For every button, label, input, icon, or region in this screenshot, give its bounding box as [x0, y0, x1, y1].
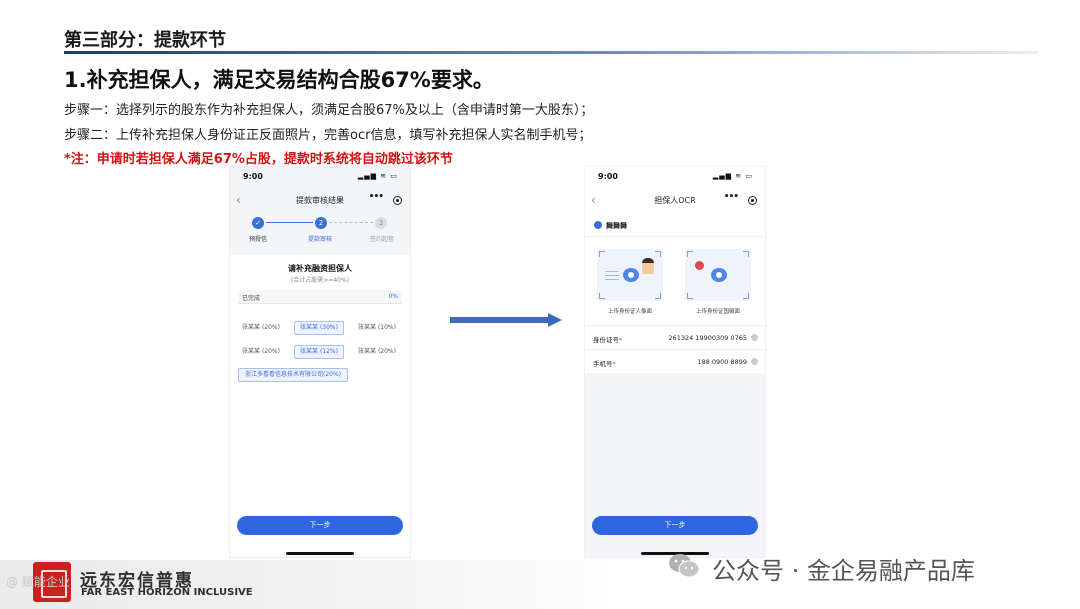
nav-title: 提款审核结果 — [296, 196, 344, 205]
shareholder-chip[interactable]: 张某某 (30%) — [294, 321, 344, 335]
more-icon[interactable]: ••• — [724, 192, 739, 202]
camera-icon — [623, 268, 639, 282]
id-back-upload[interactable] — [685, 249, 751, 301]
camera-icon — [711, 268, 727, 282]
signal-wifi-battery-icon: ▂▄▆ ≋ ▭ — [357, 172, 398, 180]
scan-corner-icon — [599, 251, 605, 257]
status-time: 9:00 — [243, 172, 263, 181]
portrait-icon — [642, 258, 654, 274]
national-emblem-icon — [695, 261, 704, 270]
more-icon[interactable]: ••• — [369, 192, 384, 202]
step-two-text: 步骤二：上传补充担保人身份证正反面照片，完善ocr信息，填写补充担保人实名制手机… — [64, 128, 592, 143]
shareholder-chip[interactable]: 张某某 (10%) — [354, 321, 400, 335]
slide: 第三部分：提款环节 1.补充担保人，满足交易结构合股67%要求。 步骤一：选择列… — [0, 0, 1080, 609]
id-back-label: 上传身份证国徽面 — [695, 309, 740, 315]
card-subtitle: (合计占股需>=40%) — [290, 277, 350, 284]
step-pending-icon: 3 — [375, 217, 387, 229]
status-bar-bg: 9:00 ▂▄▆ ≋ ▭ — [585, 167, 765, 189]
flow-arrow-icon — [450, 313, 562, 327]
signal-wifi-battery-icon: ▂▄▆ ≋ ▭ — [712, 172, 753, 180]
scan-corner-icon — [687, 251, 693, 257]
completion-label: 已完成 — [242, 295, 261, 302]
phone-screen-guarantor-ocr: 9:00 ▂▄▆ ≋ ▭ ‹ 担保人OCR ••• 9:00 ▂▄▆ ≋ ▭ 舞… — [584, 166, 766, 558]
shareholder-chip[interactable]: 张某某 (20%) — [238, 345, 284, 359]
guarantor-card: 请补充融资担保人 (合计占股需>=40%) 已完成 0% 张某某 (20%) 张… — [230, 255, 410, 557]
id-text-lines-icon — [605, 271, 619, 281]
card-title: 请补充融资担保人 — [288, 264, 352, 273]
step-done-icon: ✓ — [252, 217, 264, 229]
completion-bar: 已完成 0% — [238, 290, 402, 304]
user-icon — [594, 221, 602, 229]
wechat-watermark: 公众号 · 金企易融产品库 — [712, 557, 975, 585]
company-shareholder-chip[interactable]: 浙江多看看信息技术有限公司(20%) — [238, 368, 348, 382]
phone-screen-guarantor-select: 9:00 ▂▄▆ ≋ ▭ ‹ 提款审核结果 ••• ✓ 2 3 预授信 提款审核… — [229, 166, 411, 558]
shareholder-chip[interactable]: 张某某 (12%) — [294, 345, 344, 359]
logo-english-name: FAR EAST HORIZON INCLUSIVE — [81, 587, 253, 598]
shareholder-chip[interactable]: 张某某 (20%) — [354, 345, 400, 359]
required-mark: * — [619, 336, 623, 344]
clear-icon[interactable] — [751, 358, 758, 365]
main-heading: 1.补充担保人，满足交易结构合股67%要求。 — [64, 68, 494, 92]
scan-corner-icon — [655, 293, 661, 299]
field-label: 手机号* — [593, 358, 616, 368]
shareholder-chip[interactable]: 张某某 (20%) — [238, 321, 284, 335]
field-label-text: 手机号 — [593, 360, 613, 368]
scan-corner-icon — [687, 293, 693, 299]
step-one-text: 步骤一：选择列示的股东作为补充担保人，须满足合股67%及以上（含申请时第一大股东… — [64, 103, 594, 118]
home-indicator — [286, 552, 354, 555]
required-mark: * — [612, 360, 616, 368]
progress-steps: ✓ 2 3 预授信 提款审核 签约起租 — [230, 213, 410, 255]
close-miniapp-icon[interactable] — [393, 196, 402, 205]
scan-corner-icon — [599, 293, 605, 299]
nav-bar: ‹ 提款审核结果 ••• — [230, 189, 410, 213]
next-step-button[interactable]: 下一步 — [237, 516, 403, 535]
nav-title: 担保人OCR — [654, 196, 696, 205]
scan-corner-icon — [743, 251, 749, 257]
id-front-label: 上传身份证人像面 — [607, 309, 652, 315]
close-miniapp-icon[interactable] — [748, 196, 757, 205]
wechat-icon — [669, 554, 700, 578]
completion-value: 0% — [388, 293, 398, 300]
note-text: *注：申请时若担保人满足67%占股，提款时系统将自动跳过该环节 — [64, 152, 453, 167]
id-number-field[interactable]: 身份证号* 261324 19900309 0765 — [585, 325, 765, 349]
step-current-icon: 2 — [315, 217, 327, 229]
scan-corner-icon — [743, 293, 749, 299]
phone-number-field[interactable]: 手机号* 188 0900 8899 — [585, 349, 765, 373]
field-label: 身份证号* — [593, 334, 622, 344]
section-title: 第三部分：提款环节 — [64, 30, 226, 51]
title-divider — [64, 51, 1038, 54]
field-label-text: 身份证号 — [593, 336, 619, 344]
left-watermark: @ 赋能企业 — [6, 575, 70, 589]
step-label: 预授信 — [249, 236, 268, 243]
id-front-upload[interactable] — [597, 249, 663, 301]
step-connector — [266, 222, 313, 223]
step-connector — [329, 222, 373, 223]
clear-icon[interactable] — [751, 334, 758, 341]
status-bar: 9:00 ▂▄▆ ≋ ▭ — [230, 167, 410, 189]
next-step-button[interactable]: 下一步 — [592, 516, 758, 535]
scan-corner-icon — [655, 251, 661, 257]
guarantor-name-row: 舞舞舞 — [585, 213, 765, 237]
phone-number-value[interactable]: 188 0900 8899 — [697, 358, 747, 366]
step-label: 签约起租 — [370, 236, 395, 243]
guarantor-name: 舞舞舞 — [606, 222, 627, 230]
status-time: 9:00 — [598, 172, 618, 181]
step-label: 提款审核 — [308, 236, 333, 243]
id-number-value[interactable]: 261324 19900309 0765 — [668, 334, 747, 342]
nav-bar: ‹ 担保人OCR ••• — [585, 189, 765, 213]
